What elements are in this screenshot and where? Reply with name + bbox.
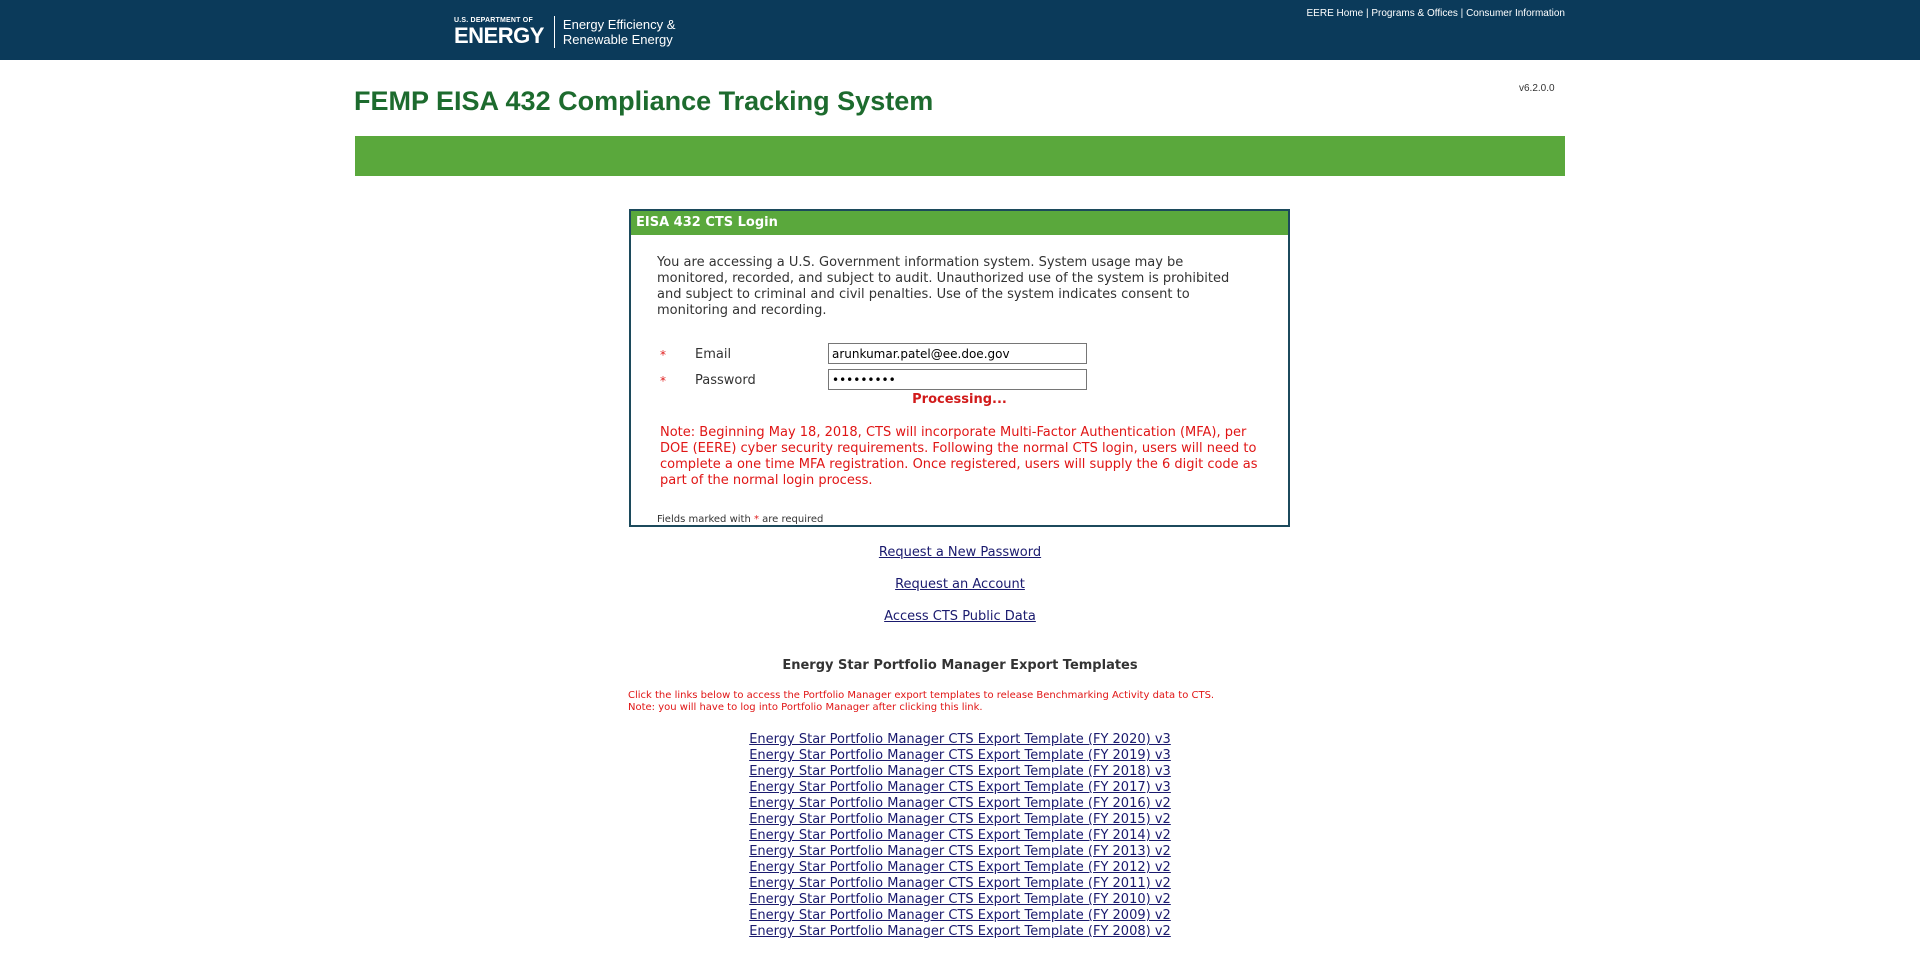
eere-line-1: Energy Efficiency &	[562, 17, 676, 32]
list-item: Energy Star Portfolio Manager CTS Export…	[0, 890, 1920, 907]
list-item: Energy Star Portfolio Manager CTS Export…	[0, 810, 1920, 827]
required-asterisk: *	[660, 348, 666, 362]
required-asterisk: *	[753, 514, 759, 525]
request-new-password-link[interactable]: Request a New Password	[0, 545, 1920, 560]
password-row: * Password	[631, 369, 1288, 393]
template-link-fy2018[interactable]: Energy Star Portfolio Manager CTS Export…	[749, 764, 1171, 779]
login-panel: EISA 432 CTS Login You are accessing a U…	[629, 209, 1290, 527]
logo-energy-label: ENERGY	[454, 23, 544, 48]
list-item: Energy Star Portfolio Manager CTS Export…	[0, 906, 1920, 923]
required-asterisk: *	[660, 374, 666, 388]
doe-eere-logo[interactable]: U.S. DEPARTMENT OF ENERGY Energy Efficie…	[454, 15, 675, 49]
eere-logo-text: Energy Efficiency & Renewable Energy	[563, 17, 675, 47]
top-header-bar: U.S. DEPARTMENT OF ENERGY Energy Efficie…	[0, 0, 1920, 60]
template-link-fy2010[interactable]: Energy Star Portfolio Manager CTS Export…	[749, 892, 1171, 907]
template-link-fy2011[interactable]: Energy Star Portfolio Manager CTS Export…	[749, 876, 1171, 891]
template-link-fy2014[interactable]: Energy Star Portfolio Manager CTS Export…	[749, 828, 1171, 843]
template-link-fy2017[interactable]: Energy Star Portfolio Manager CTS Export…	[749, 780, 1171, 795]
templates-list: Energy Star Portfolio Manager CTS Export…	[0, 730, 1920, 939]
template-link-fy2016[interactable]: Energy Star Portfolio Manager CTS Export…	[749, 796, 1171, 811]
request-account-link[interactable]: Request an Account	[0, 577, 1920, 592]
list-item: Energy Star Portfolio Manager CTS Export…	[0, 922, 1920, 939]
top-nav: EERE Home | Programs & Offices | Consume…	[1307, 8, 1565, 19]
templates-heading: Energy Star Portfolio Manager Export Tem…	[782, 658, 1138, 673]
templates-info-line-1: Click the links below to access the Port…	[628, 690, 1215, 701]
template-link-fy2020[interactable]: Energy Star Portfolio Manager CTS Export…	[749, 732, 1171, 747]
eere-line-2: Renewable Energy	[562, 32, 673, 47]
template-link-fy2013[interactable]: Energy Star Portfolio Manager CTS Export…	[749, 844, 1171, 859]
government-system-notice: You are accessing a U.S. Government info…	[657, 255, 1230, 318]
list-item: Energy Star Portfolio Manager CTS Export…	[0, 746, 1920, 763]
templates-info: Click the links below to access the Port…	[628, 690, 1328, 714]
password-label: Password	[695, 373, 756, 388]
doe-logo-text: U.S. DEPARTMENT OF ENERGY	[454, 17, 544, 47]
template-link-fy2008[interactable]: Energy Star Portfolio Manager CTS Export…	[749, 924, 1171, 939]
list-item: Energy Star Portfolio Manager CTS Export…	[0, 778, 1920, 795]
list-item: Energy Star Portfolio Manager CTS Export…	[0, 794, 1920, 811]
nav-separator: |	[1365, 8, 1369, 19]
nav-separator: |	[1460, 8, 1464, 19]
page-title: FEMP EISA 432 Compliance Tracking System	[354, 86, 934, 116]
required-note-prefix: Fields marked with	[657, 514, 751, 525]
title-banner-bar	[355, 136, 1565, 176]
template-link-fy2019[interactable]: Energy Star Portfolio Manager CTS Export…	[749, 748, 1171, 763]
email-row: * Email	[631, 343, 1288, 367]
email-label: Email	[695, 347, 732, 362]
email-field[interactable]	[828, 343, 1087, 364]
template-link-fy2009[interactable]: Energy Star Portfolio Manager CTS Export…	[749, 908, 1171, 923]
list-item: Energy Star Portfolio Manager CTS Export…	[0, 826, 1920, 843]
list-item: Energy Star Portfolio Manager CTS Export…	[0, 842, 1920, 859]
templates-info-line-2: Note: you will have to log into Portfoli…	[628, 702, 983, 713]
version-label: v6.2.0.0	[1519, 83, 1555, 94]
access-public-data-link[interactable]: Access CTS Public Data	[0, 609, 1920, 624]
mfa-note: Note: Beginning May 18, 2018, CTS will i…	[660, 425, 1258, 488]
template-link-fy2015[interactable]: Energy Star Portfolio Manager CTS Export…	[749, 812, 1171, 827]
logo-divider	[553, 16, 555, 48]
required-note-suffix: are required	[762, 514, 824, 525]
template-link-fy2012[interactable]: Energy Star Portfolio Manager CTS Export…	[749, 860, 1171, 875]
login-panel-header: EISA 432 CTS Login	[631, 211, 1288, 235]
nav-programs-offices-link[interactable]: Programs & Offices	[1371, 8, 1458, 19]
nav-consumer-information-link[interactable]: Consumer Information	[1466, 8, 1565, 19]
password-field[interactable]	[828, 369, 1087, 390]
nav-eere-home-link[interactable]: EERE Home	[1307, 8, 1364, 19]
list-item: Energy Star Portfolio Manager CTS Export…	[0, 730, 1920, 747]
list-item: Energy Star Portfolio Manager CTS Export…	[0, 762, 1920, 779]
list-item: Energy Star Portfolio Manager CTS Export…	[0, 858, 1920, 875]
list-item: Energy Star Portfolio Manager CTS Export…	[0, 874, 1920, 891]
processing-status: Processing...	[912, 392, 1007, 407]
required-fields-note: Fields marked with * are required	[657, 514, 823, 525]
